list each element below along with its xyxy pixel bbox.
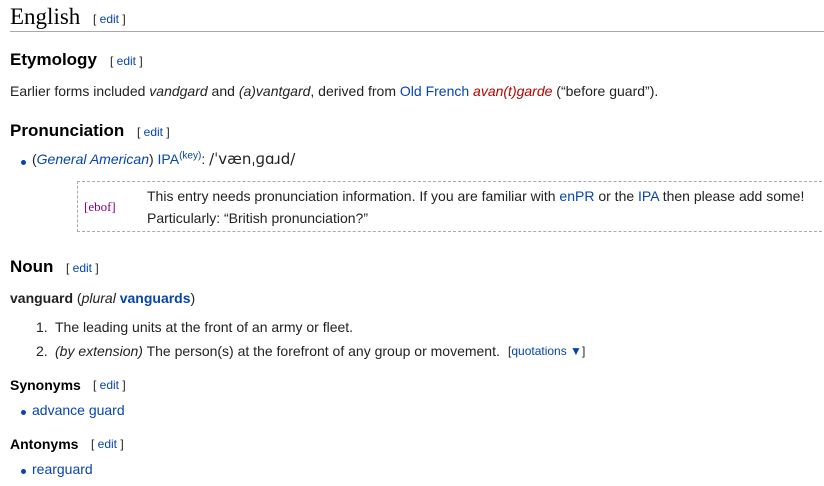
link-rearguard[interactable]: rearguard <box>32 461 93 477</box>
edit-section-english: [ edit ] <box>93 12 126 26</box>
notice-line-2: Particularly: “British pronunciation?” <box>147 210 368 226</box>
edit-section-synonyms: [ edit ] <box>93 378 126 392</box>
edit-section-antonyms: [ edit ] <box>91 437 124 451</box>
synonyms-heading: Synonyms <box>10 377 81 393</box>
etymology-form-vandgard: vandgard <box>149 83 208 99</box>
edit-section-etymology: [ edit ] <box>110 54 143 68</box>
quotations-toggle-wrap: [quotations ▼] <box>508 344 586 358</box>
link-vanguards[interactable]: vanguards <box>120 290 191 306</box>
link-avantgarde[interactable]: avan(t)garde <box>473 83 552 99</box>
edit-link-pronunciation[interactable]: edit <box>144 125 163 139</box>
edit-link-noun[interactable]: edit <box>73 261 92 275</box>
noun-heading: Noun <box>10 257 54 276</box>
edit-link-etymology[interactable]: edit <box>117 54 136 68</box>
sense-1-definition: The leading units at the front of an arm… <box>55 319 354 335</box>
bullet-icon <box>21 410 26 415</box>
bullet-icon <box>21 160 26 165</box>
antonyms-heading: Antonyms <box>10 436 79 452</box>
edit-link-antonyms[interactable]: edit <box>98 437 117 451</box>
notice-line-1: This entry needs pronunciation informati… <box>147 188 805 204</box>
headword: vanguard <box>10 290 74 306</box>
etymology-form-avantgard: (a)vantgard <box>238 83 311 99</box>
etymology-heading: Etymology <box>10 50 97 69</box>
sense-1-number: 1. <box>36 319 48 335</box>
link-ipa-notice[interactable]: IPA <box>638 188 659 204</box>
edit-link-english[interactable]: edit <box>100 12 119 26</box>
bullet-icon <box>21 469 26 474</box>
quotations-toggle[interactable]: quotations ▼ <box>511 344 582 358</box>
ipa-transcription: /ˈvænˌɡɑɹd/ <box>209 150 296 168</box>
sense-2-qualifier: (by extension) <box>55 343 143 359</box>
headword-line: vanguard (plural vanguards) <box>10 290 196 306</box>
edit-section-noun: [ edit ] <box>66 261 99 275</box>
pronunciation-item: (General American) IPA(key): /ˈvænˌɡɑɹd/ <box>32 150 296 168</box>
notice-tag: [ebof] <box>84 199 116 214</box>
pronunciation-heading: Pronunciation <box>10 121 125 140</box>
link-ipa[interactable]: IPA <box>158 151 180 167</box>
sense-2-number: 2. <box>36 343 48 359</box>
link-enpr[interactable]: enPR <box>559 188 594 204</box>
link-advance-guard[interactable]: advance guard <box>32 402 125 418</box>
etymology-text: Earlier forms included vandgard and (a)v… <box>10 83 659 99</box>
language-title: English <box>10 4 81 29</box>
link-general-american[interactable]: General American <box>37 151 149 167</box>
edit-section-pronunciation: [ edit ] <box>137 125 170 139</box>
pronunciation-needed-notice: [ebof] This entry needs pronunciation in… <box>77 181 822 232</box>
sense-2-definition: (by extension) The person(s) at the fore… <box>55 343 500 359</box>
language-heading: English [ edit ] <box>10 2 824 32</box>
link-old-french[interactable]: Old French <box>400 83 469 99</box>
edit-link-synonyms[interactable]: edit <box>100 378 119 392</box>
link-ipa-key[interactable]: (key) <box>179 150 201 161</box>
